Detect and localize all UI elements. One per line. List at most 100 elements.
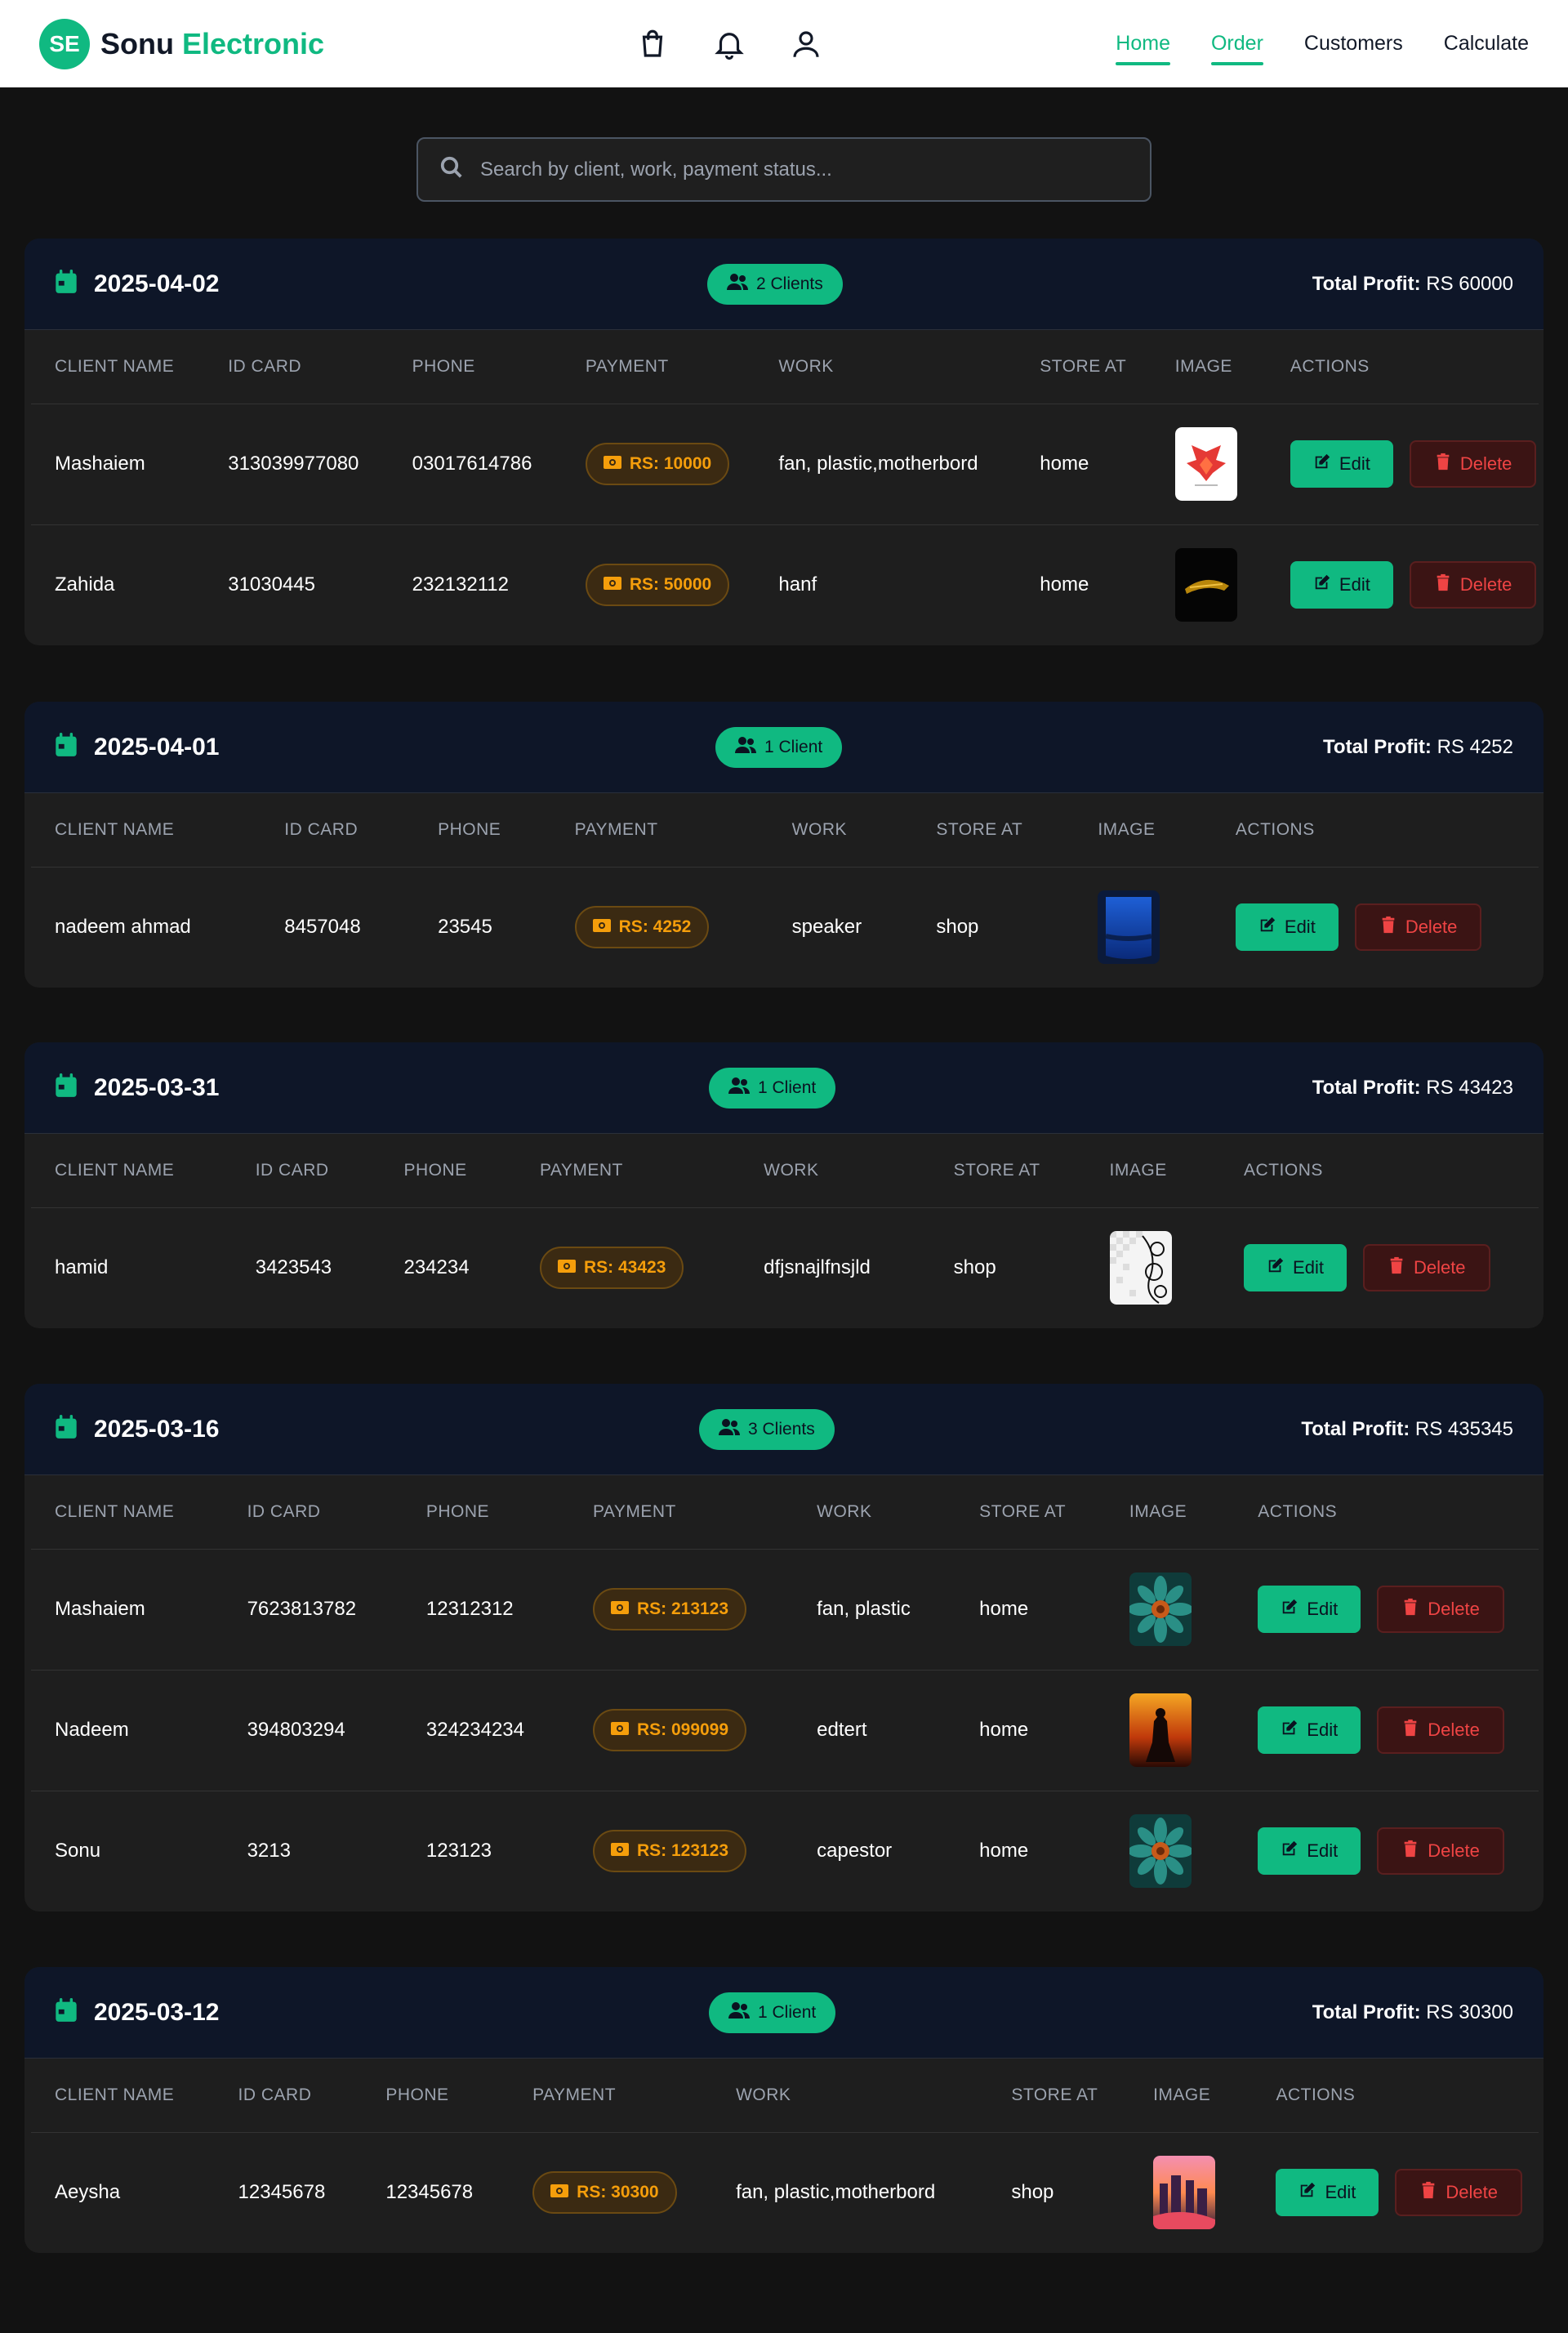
payment-cell: RS: 099099: [568, 1670, 794, 1791]
phone: 234234: [403, 1256, 470, 1279]
delete-button[interactable]: Delete: [1377, 1706, 1504, 1754]
payment-badge: RS: 30300: [532, 2171, 677, 2215]
order-group: 2025-04-02 2 Clients Total Profit: RS 6000…: [24, 239, 1544, 645]
delete-button[interactable]: Delete: [1409, 440, 1537, 488]
money-icon: [610, 1599, 629, 1619]
edit-label: Edit: [1339, 453, 1370, 474]
work: hanf: [778, 573, 817, 596]
edit-button[interactable]: Edit: [1244, 1244, 1347, 1292]
phone: 12312312: [402, 1549, 569, 1671]
actions-cell: Edit Delete: [1220, 1207, 1539, 1328]
payment-amount: RS: 30300: [577, 2183, 659, 2202]
nav-link-home[interactable]: Home: [1116, 32, 1170, 65]
column-header: PAYMENT: [509, 2059, 713, 2133]
client-image-thumbnail[interactable]: [1098, 890, 1212, 965]
user-icon[interactable]: [789, 27, 823, 65]
client-image-thumbnail[interactable]: [1129, 1693, 1234, 1767]
delete-button[interactable]: Delete: [1409, 561, 1537, 609]
clients-count-badge: 1 Client: [709, 1992, 836, 2033]
client-image-thumbnail[interactable]: [1174, 548, 1267, 622]
trash-icon: [1401, 1598, 1419, 1621]
column-header: STORE AT: [956, 1475, 1106, 1550]
shopping-bag-icon[interactable]: [635, 27, 670, 65]
table-header-row: CLIENT NAME ID CARD PHONE PAYMENT WORK STORE …: [31, 1475, 1539, 1550]
delete-button[interactable]: Delete: [1354, 903, 1482, 952]
column-header: PHONE: [414, 793, 551, 868]
client-image-thumbnail[interactable]: [1129, 1814, 1234, 1889]
column-header: IMAGE: [1151, 330, 1267, 404]
actions-cell: Edit Delete: [1234, 1791, 1539, 1911]
total-profit-label: Total Profit:: [1312, 1076, 1421, 1099]
nav-link-order[interactable]: Order: [1210, 32, 1263, 65]
store-at: home: [956, 1670, 1106, 1791]
client-name: Zahida: [55, 573, 115, 596]
edit-button[interactable]: Edit: [1235, 903, 1339, 952]
delete-button[interactable]: Delete: [1377, 1586, 1504, 1633]
edit-icon: [1298, 2181, 1316, 2204]
column-header: PHONE: [362, 2059, 510, 2133]
payment-amount: RS: 50000: [629, 575, 712, 595]
users-icon: [719, 1418, 740, 1441]
trash-icon: [1434, 573, 1452, 596]
id-card: 7623813782: [223, 1549, 403, 1671]
total-profit: Total Profit: RS 43423: [1312, 1077, 1513, 1100]
payment-amount: RS: 43423: [583, 1258, 666, 1278]
edit-button[interactable]: Edit: [1290, 440, 1393, 488]
money-icon: [603, 454, 621, 474]
money-icon: [603, 575, 621, 595]
delete-label: Delete: [1428, 1720, 1480, 1740]
brand-name: Sonu Electronic: [100, 27, 324, 61]
work: dfjsnajlfnsjld: [764, 1256, 871, 1279]
total-profit-value: RS 435345: [1414, 1417, 1513, 1440]
orders-table: CLIENT NAME ID CARD PHONE PAYMENT WORK STORE …: [31, 330, 1539, 645]
delete-button[interactable]: Delete: [1362, 1244, 1490, 1292]
total-profit-value: RS 4252: [1437, 735, 1513, 758]
total-profit-label: Total Profit:: [1323, 735, 1432, 758]
trash-icon: [1388, 1256, 1405, 1279]
column-header: PHONE: [388, 330, 562, 404]
delete-label: Delete: [1428, 1840, 1480, 1862]
table-row: hamid 3423543 234234 RS: 43423 dfjsnajlfnsjl…: [31, 1207, 1539, 1328]
search-box[interactable]: [416, 137, 1152, 202]
payment-badge: RS: 4252: [574, 906, 710, 949]
column-header: WORK: [712, 2059, 988, 2133]
edit-button[interactable]: Edit: [1258, 1586, 1361, 1633]
column-header: PAYMENT: [550, 793, 768, 868]
edit-button[interactable]: Edit: [1258, 1706, 1361, 1754]
edit-button[interactable]: Edit: [1290, 561, 1393, 609]
group-header: 2025-03-12 1 Client Total Profit: RS 30300: [24, 1967, 1544, 2059]
edit-button[interactable]: Edit: [1276, 2169, 1379, 2217]
column-header: CLIENT NAME: [31, 793, 261, 868]
clients-count-label: 2 Clients: [756, 274, 823, 293]
delete-button[interactable]: Delete: [1377, 1827, 1504, 1876]
client-name: Nadeem: [31, 1670, 224, 1791]
delete-button[interactable]: Delete: [1395, 2169, 1522, 2217]
money-icon: [610, 1841, 629, 1861]
store-at: home: [1040, 573, 1089, 596]
nav-link-calculate[interactable]: Calculate: [1444, 32, 1529, 56]
client-image-thumbnail[interactable]: [1174, 427, 1267, 501]
table-row: Zahida 31030445 232132112 RS: 50000 hanf home…: [31, 524, 1539, 645]
work: fan, plastic: [793, 1549, 956, 1671]
column-header: CLIENT NAME: [31, 330, 205, 404]
brand-name-part1: Sonu: [100, 26, 174, 60]
bell-icon[interactable]: [712, 27, 746, 65]
users-icon: [728, 1077, 750, 1100]
calendar-icon: [55, 1415, 78, 1443]
nav-link-customers[interactable]: Customers: [1304, 32, 1403, 56]
clients-count-badge: 3 Clients: [699, 1409, 835, 1450]
client-name: Aeysha: [55, 2181, 121, 2204]
column-header: ID CARD: [223, 1475, 403, 1550]
id-card: 313039977080: [204, 404, 389, 525]
brand[interactable]: SE Sonu Electronic: [39, 18, 324, 69]
users-icon: [735, 736, 756, 759]
total-profit: Total Profit: RS 435345: [1301, 1418, 1513, 1441]
calendar-icon: [55, 733, 78, 761]
search-input[interactable]: [480, 158, 1129, 181]
client-image-thumbnail[interactable]: [1109, 1231, 1220, 1305]
payment-amount: RS: 099099: [636, 1720, 729, 1739]
client-image-thumbnail[interactable]: [1153, 2156, 1252, 2230]
phone: 12345678: [385, 2181, 474, 2204]
client-image-thumbnail[interactable]: [1129, 1572, 1234, 1646]
edit-button[interactable]: Edit: [1258, 1827, 1361, 1876]
